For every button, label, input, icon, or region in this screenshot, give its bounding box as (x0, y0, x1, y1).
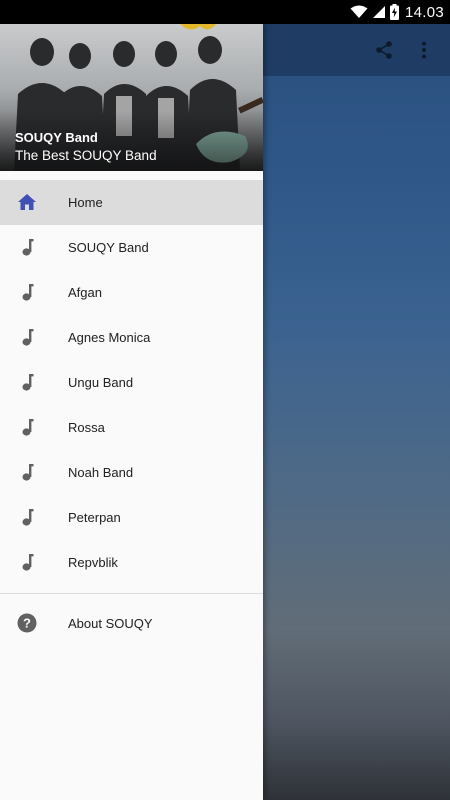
music-note-icon (17, 372, 37, 392)
signal-icon (372, 5, 386, 19)
menu-item-label: Ungu Band (68, 375, 134, 390)
more-options-button[interactable] (404, 30, 444, 70)
menu-item-noah-band[interactable]: Noah Band (0, 450, 263, 495)
screen: 14.03 SOUQY Band The Best SOUQY Band Hom… (0, 0, 450, 800)
menu-item-label: Repvblik (68, 555, 118, 570)
status-time: 14.03 (404, 3, 444, 21)
help-circle-icon: ? (17, 613, 37, 633)
toolbar-actions (364, 24, 444, 76)
share-button[interactable] (364, 30, 404, 70)
menu-item-ungu-band[interactable]: Ungu Band (0, 360, 263, 405)
menu-item-label: Peterpan (68, 510, 121, 525)
music-note-icon (17, 327, 37, 347)
wifi-icon (350, 5, 368, 19)
menu-item-afgan[interactable]: Afgan (0, 270, 263, 315)
status-bar: 14.03 (0, 0, 450, 24)
music-note-icon (17, 507, 37, 527)
music-note-icon (17, 417, 37, 437)
menu-item-label: SOUQY Band (68, 240, 149, 255)
menu-item-rossa[interactable]: Rossa (0, 405, 263, 450)
more-vert-icon (422, 41, 426, 59)
battery-charging-icon (389, 4, 399, 20)
menu-item-souqy-band[interactable]: SOUQY Band (0, 225, 263, 270)
drawer-header-subtitle: The Best SOUQY Band (15, 148, 157, 163)
menu-item-label: Rossa (68, 420, 105, 435)
music-note-icon (17, 462, 37, 482)
music-note-icon (17, 282, 37, 302)
menu-item-label: About SOUQY (68, 616, 153, 631)
drawer-menu: Home SOUQY Band Afgan Agnes Monica Ungu … (0, 180, 263, 646)
menu-item-repvblik[interactable]: Repvblik (0, 540, 263, 585)
menu-item-home[interactable]: Home (0, 180, 263, 225)
menu-item-agnes-monica[interactable]: Agnes Monica (0, 315, 263, 360)
navigation-drawer: SOUQY Band The Best SOUQY Band Home SOUQ… (0, 24, 263, 800)
drawer-header: SOUQY Band The Best SOUQY Band (0, 24, 263, 171)
music-note-icon (17, 237, 37, 257)
menu-item-about[interactable]: ? About SOUQY (0, 601, 263, 646)
menu-item-label: Afgan (68, 285, 102, 300)
menu-item-label: Noah Band (68, 465, 134, 480)
drawer-header-title: SOUQY Band (15, 130, 98, 145)
menu-divider (0, 593, 263, 594)
music-note-icon (17, 552, 37, 572)
menu-item-peterpan[interactable]: Peterpan (0, 495, 263, 540)
home-icon (17, 192, 37, 212)
svg-text:?: ? (23, 616, 31, 631)
share-icon (376, 41, 392, 59)
menu-item-label: Agnes Monica (68, 330, 151, 345)
menu-item-label: Home (68, 195, 103, 210)
